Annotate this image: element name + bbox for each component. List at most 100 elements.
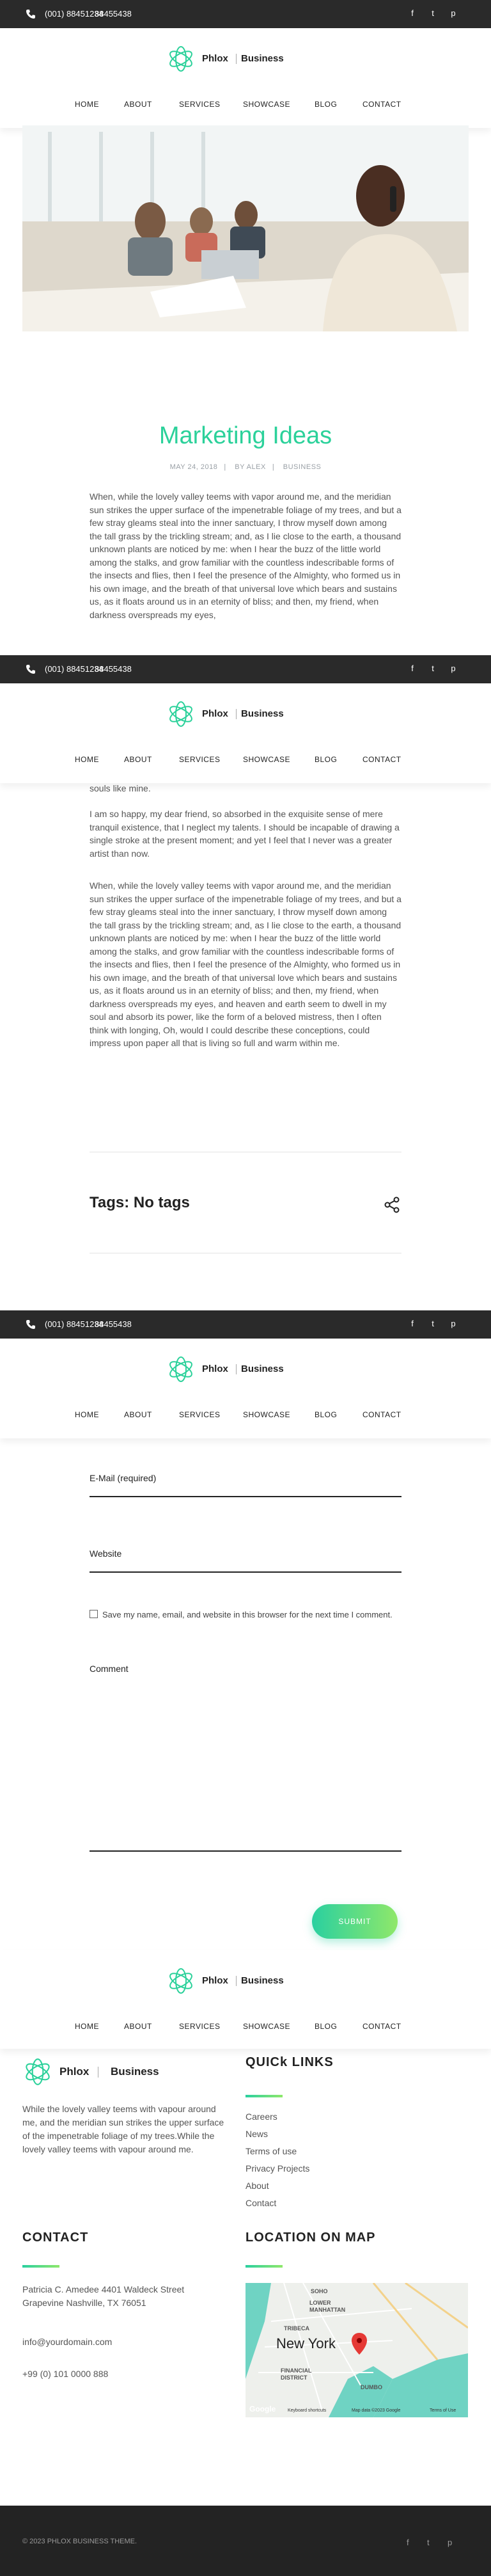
nav-showcase[interactable]: SHOWCASE xyxy=(243,1410,290,1419)
nav-showcase[interactable]: SHOWCASE xyxy=(243,755,290,764)
brand-separator xyxy=(236,709,237,719)
nav-home[interactable]: HOME xyxy=(75,100,99,109)
post-category[interactable]: BUSINESS xyxy=(283,463,322,471)
contact-email[interactable]: info@yourdomain.com xyxy=(22,2335,112,2349)
email-field[interactable] xyxy=(90,1496,401,1497)
contact-address: Patricia C. Amedee 4401 Waldeck Street G… xyxy=(22,2284,185,2308)
nav-contact[interactable]: CONTACT xyxy=(362,755,401,764)
location-map[interactable]: SOHO LOWER MANHATTAN TRIBECA New York FI… xyxy=(246,2283,468,2417)
nav-contact[interactable]: CONTACT xyxy=(362,1410,401,1419)
contact-phone: +99 (0) 101 0000 888 xyxy=(22,2369,109,2379)
nav-showcase[interactable]: SHOWCASE xyxy=(243,2022,290,2031)
nav-services[interactable]: SERVICES xyxy=(179,1410,220,1419)
brand-name: Phlox xyxy=(202,1975,228,1986)
nav-about[interactable]: ABOUT xyxy=(124,1410,152,1419)
pinterest-icon[interactable]: p xyxy=(448,1318,459,1330)
map-label-city: New York xyxy=(276,2335,336,2351)
footer-link-privacy[interactable]: Privacy Projects xyxy=(246,2163,309,2174)
phone-number-alt[interactable]: 88455438 xyxy=(95,9,132,19)
facebook-icon[interactable]: f xyxy=(407,663,418,674)
brand-name: Phlox xyxy=(202,1364,228,1374)
footer-logo[interactable]: Phlox Business xyxy=(22,2056,176,2088)
brand-suffix: Business xyxy=(241,53,284,64)
nav-home[interactable]: HOME xyxy=(75,2022,99,2031)
facebook-icon[interactable]: f xyxy=(407,1318,418,1330)
post-paragraph: When, while the lovely valley teems with… xyxy=(90,880,401,1048)
twitter-icon[interactable]: t xyxy=(427,8,439,19)
nav-services[interactable]: SERVICES xyxy=(179,100,220,109)
facebook-icon[interactable]: f xyxy=(407,2538,409,2547)
save-info-label: Save my name, email, and website in this… xyxy=(102,1610,393,1619)
nav-about[interactable]: ABOUT xyxy=(124,100,152,109)
footer-link-news[interactable]: News xyxy=(246,2129,268,2139)
post-paragraph: When, while the lovely valley teems with… xyxy=(90,491,401,620)
nav-services[interactable]: SERVICES xyxy=(179,755,220,764)
site-logo[interactable]: Phlox Business xyxy=(166,699,326,729)
map-label-dumbo: DUMBO xyxy=(361,2384,382,2390)
nav-showcase[interactable]: SHOWCASE xyxy=(243,100,290,109)
brand-suffix: Business xyxy=(241,1364,284,1374)
logo-mark-icon xyxy=(169,701,192,727)
post-tags: Tags: No tags xyxy=(90,1194,190,1211)
site-header: Phlox Business HOME ABOUT SERVICES SHOWC… xyxy=(0,1339,491,1438)
facebook-icon[interactable]: f xyxy=(407,8,418,19)
map-data-credit: Map data ©2023 Google xyxy=(352,2408,401,2413)
nav-home[interactable]: HOME xyxy=(75,1410,99,1419)
post-featured-image xyxy=(22,125,469,331)
pinterest-icon[interactable]: p xyxy=(448,8,459,19)
main-nav: HOME ABOUT SERVICES SHOWCASE BLOG CONTAC… xyxy=(0,2022,491,2035)
nav-blog[interactable]: BLOG xyxy=(315,1410,337,1419)
phone-icon xyxy=(26,1320,35,1329)
site-header: Phlox Business HOME ABOUT SERVICES SHOWC… xyxy=(0,28,491,128)
nav-services[interactable]: SERVICES xyxy=(179,2022,220,2031)
nav-about[interactable]: ABOUT xyxy=(124,755,152,764)
contact-heading: CONTACT xyxy=(22,2230,89,2245)
post-author[interactable]: BY ALEX xyxy=(235,463,266,471)
pinterest-icon[interactable]: p xyxy=(448,2538,452,2547)
site-logo[interactable]: Phlox Business xyxy=(166,44,326,74)
twitter-icon[interactable]: t xyxy=(427,1318,439,1330)
map-terms-link[interactable]: Terms of Use xyxy=(430,2408,456,2413)
site-logo[interactable]: Phlox Business xyxy=(166,1355,326,1384)
twitter-icon[interactable]: t xyxy=(427,2538,430,2547)
email-field-label: E-Mail (required) xyxy=(90,1473,157,1483)
site-logo[interactable]: Phlox Business xyxy=(166,1966,326,1996)
brand-separator xyxy=(236,1364,237,1374)
top-bar: (001) 88451234 88455438 f t p xyxy=(0,0,491,28)
nav-home[interactable]: HOME xyxy=(75,755,99,764)
footer-link-contact[interactable]: Contact xyxy=(246,2198,276,2208)
site-header: Phlox Business HOME ABOUT SERVICES SHOWC… xyxy=(0,1950,491,2049)
brand-suffix: Business xyxy=(241,1975,284,1986)
footer-about-text: While the lovely valley teems with vapou… xyxy=(22,2104,224,2154)
save-info-checkbox[interactable] xyxy=(90,1610,98,1618)
logo-mark-icon xyxy=(169,1356,192,1382)
nav-blog[interactable]: BLOG xyxy=(315,100,337,109)
share-icon[interactable] xyxy=(382,1195,401,1214)
website-field-label: Website xyxy=(90,1548,122,1559)
top-bar: (001) 88451234 88455438 f t p xyxy=(0,1310,491,1339)
phone-number-alt[interactable]: 88455438 xyxy=(95,1319,132,1329)
map-label-financial: FINANCIAL DISTRICT xyxy=(281,2367,312,2381)
footer-link-terms[interactable]: Terms of use xyxy=(246,2146,297,2156)
phone-icon xyxy=(26,665,35,674)
nav-contact[interactable]: CONTACT xyxy=(362,100,401,109)
nav-about[interactable]: ABOUT xyxy=(124,2022,152,2031)
comment-textarea[interactable] xyxy=(90,1850,401,1852)
footer-link-about[interactable]: About xyxy=(246,2181,269,2191)
google-logo: Google xyxy=(249,2405,276,2413)
twitter-icon[interactable]: t xyxy=(427,663,439,674)
map-label-tribeca: TRIBECA xyxy=(284,2325,309,2332)
footer-link-careers[interactable]: Careers xyxy=(246,2111,277,2122)
phone-number-alt[interactable]: 88455438 xyxy=(95,664,132,674)
map-shortcuts-link[interactable]: Keyboard shortcuts xyxy=(288,2408,326,2413)
pinterest-icon[interactable]: p xyxy=(448,663,459,674)
website-field[interactable] xyxy=(90,1571,401,1573)
site-header: Phlox Business HOME ABOUT SERVICES SHOWC… xyxy=(0,683,491,783)
nav-blog[interactable]: BLOG xyxy=(315,755,337,764)
nav-contact[interactable]: CONTACT xyxy=(362,2022,401,2031)
office-photo xyxy=(22,125,469,331)
post-paragraph: I am so happy, my dear friend, so absorb… xyxy=(90,809,400,859)
submit-button[interactable]: SUBMIT xyxy=(312,1904,398,1939)
brand-suffix: Business xyxy=(241,708,284,719)
nav-blog[interactable]: BLOG xyxy=(315,2022,337,2031)
